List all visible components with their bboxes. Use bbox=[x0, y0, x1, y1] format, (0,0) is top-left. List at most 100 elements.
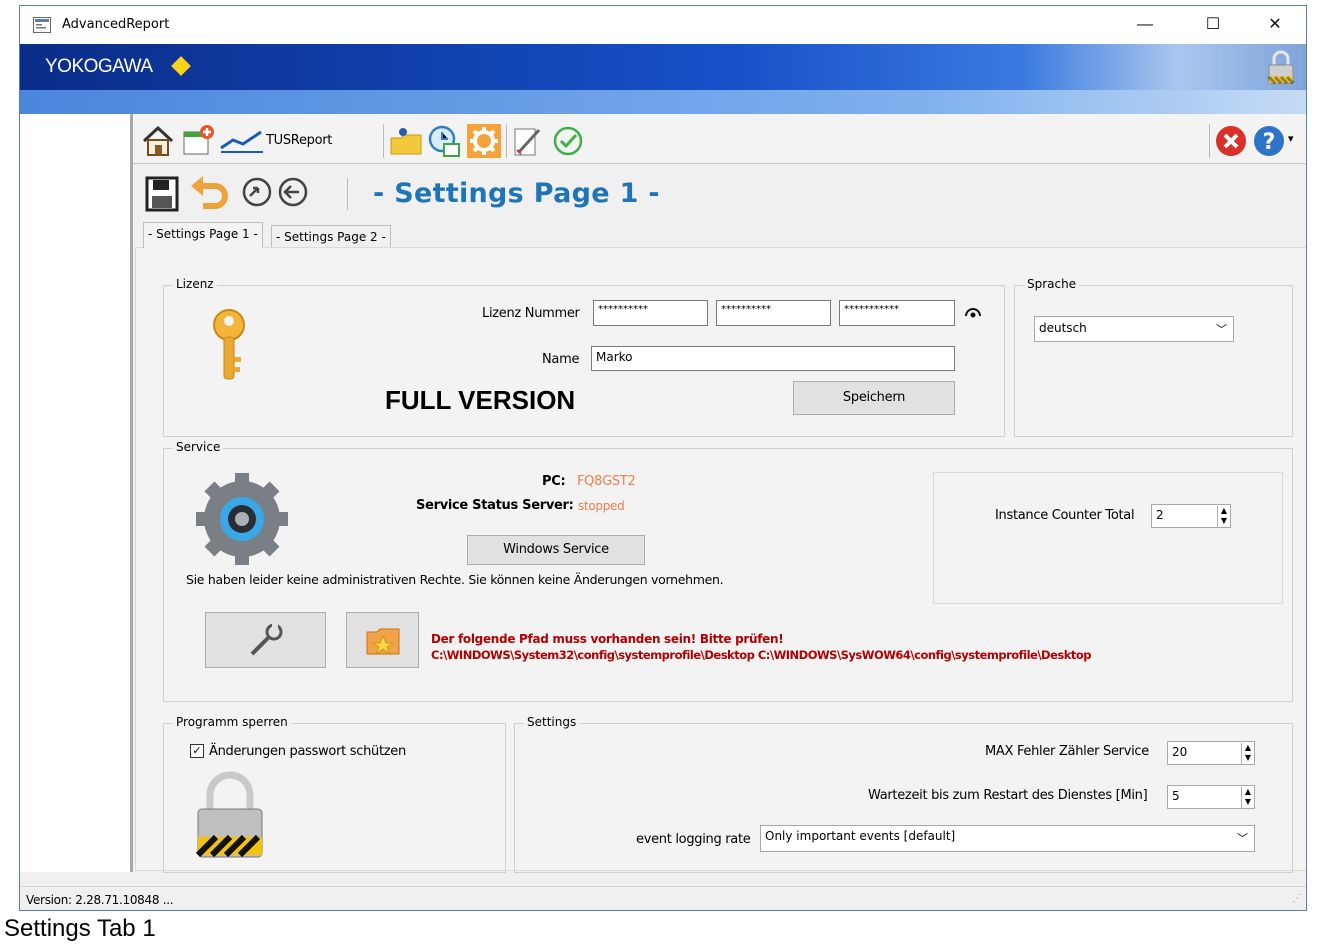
close-button[interactable]: ✕ bbox=[1252, 12, 1298, 40]
sprache-select[interactable]: deutsch ﹀ bbox=[1034, 316, 1234, 342]
sprache-group-label: Sprache bbox=[1024, 277, 1080, 291]
service-tools-button[interactable] bbox=[205, 612, 326, 668]
password-protect-label[interactable]: Änderungen passwort schützen bbox=[209, 744, 406, 759]
home-icon[interactable] bbox=[141, 124, 175, 158]
minimize-button[interactable]: — bbox=[1122, 12, 1168, 40]
check-circle-icon[interactable] bbox=[551, 124, 585, 158]
max-fehler-label: MAX Fehler Zähler Service bbox=[985, 744, 1149, 759]
padlock-icon bbox=[195, 771, 263, 858]
max-fehler-value: 20 bbox=[1172, 745, 1188, 759]
programm-sperren-group-label: Programm sperren bbox=[173, 715, 291, 729]
tusreport-label[interactable]: TUSReport bbox=[266, 133, 332, 148]
svg-text:?: ? bbox=[1263, 130, 1276, 155]
wrench-icon bbox=[250, 622, 282, 656]
stepper-arrows-icon[interactable]: ▲ ▼ bbox=[1217, 506, 1230, 527]
lizenz-nummer-field-1[interactable]: ********** bbox=[593, 300, 708, 326]
page-header: - Settings Page 1 - bbox=[133, 164, 1306, 220]
logging-rate-select[interactable]: Only important events [default] ﹀ bbox=[760, 825, 1255, 852]
show-password-eye-icon[interactable] bbox=[964, 306, 982, 318]
app-window: AdvancedReport — ☐ ✕ YOKOGAWA TUSReport … bbox=[19, 5, 1307, 911]
left-margin bbox=[20, 114, 130, 872]
path-warning: Der folgende Pfad muss vorhanden sein! B… bbox=[431, 632, 784, 646]
brand-logo-text: YOKOGAWA bbox=[45, 56, 153, 77]
wartezeit-value: 5 bbox=[1172, 789, 1180, 803]
maximize-button[interactable]: ☐ bbox=[1190, 12, 1236, 40]
speichern-button[interactable]: Speichern bbox=[793, 381, 955, 415]
programm-sperren-group: Programm sperren ✓ Änderungen passwort s… bbox=[163, 715, 506, 873]
chevron-down-icon: ﹀ bbox=[1237, 832, 1248, 845]
left-divider bbox=[130, 114, 133, 872]
toolbar-separator bbox=[506, 124, 507, 158]
logging-rate-label: event logging rate bbox=[636, 832, 751, 847]
window-title: AdvancedReport bbox=[62, 17, 170, 32]
wartezeit-stepper[interactable]: 5 ▲ ▼ bbox=[1167, 785, 1255, 809]
service-group: Service PC: FQ8GST2 Service Status Serve… bbox=[163, 440, 1293, 702]
app-icon bbox=[33, 17, 51, 33]
full-version-label: FULL VERSION bbox=[385, 385, 576, 415]
password-protect-checkbox[interactable]: ✓ bbox=[190, 744, 204, 758]
name-label: Name bbox=[542, 352, 580, 367]
key-icon bbox=[213, 309, 245, 380]
page-title: - Settings Page 1 - bbox=[373, 178, 660, 209]
folder-user-icon[interactable] bbox=[389, 124, 423, 158]
lizenz-group-label: Lizenz bbox=[173, 277, 217, 291]
save-icon[interactable] bbox=[145, 174, 181, 214]
tab-panel: Lizenz Lizenz Nummer ********** ********… bbox=[135, 247, 1306, 873]
main-toolbar: TUSReport ? ▾ bbox=[133, 114, 1306, 164]
rights-message: Sie haben leider keine administrativen R… bbox=[186, 572, 724, 587]
service-status-value: stopped bbox=[578, 499, 625, 513]
resize-grip-icon[interactable]: ⋰ bbox=[1292, 893, 1302, 904]
service-group-label: Service bbox=[173, 440, 224, 454]
max-fehler-stepper[interactable]: 20 ▲ ▼ bbox=[1167, 741, 1255, 765]
instance-counter-stepper[interactable]: 2 ▲ ▼ bbox=[1151, 504, 1231, 528]
service-status-label: Service Status Server: bbox=[416, 498, 574, 513]
banner-band bbox=[20, 90, 1306, 114]
redo-icon[interactable] bbox=[241, 176, 273, 208]
schedule-icon[interactable] bbox=[427, 124, 461, 158]
header-separator bbox=[347, 178, 348, 210]
help-icon[interactable]: ? bbox=[1252, 124, 1286, 158]
service-gear-icon bbox=[196, 473, 288, 565]
lock-icon[interactable] bbox=[1267, 49, 1295, 85]
brand-banner: YOKOGAWA bbox=[20, 44, 1306, 90]
instance-counter-value: 2 bbox=[1156, 508, 1164, 522]
chevron-down-icon: ﹀ bbox=[1216, 323, 1227, 336]
title-bar: AdvancedReport — ☐ ✕ bbox=[20, 6, 1306, 44]
name-field[interactable]: Marko bbox=[591, 346, 955, 371]
new-report-icon[interactable] bbox=[181, 124, 215, 158]
back-icon[interactable] bbox=[277, 176, 309, 208]
path-value: C:\WINDOWS\System32\config\systemprofile… bbox=[431, 648, 1092, 662]
open-folder-button[interactable] bbox=[346, 612, 419, 668]
toolbar-separator bbox=[383, 124, 384, 158]
tab-settings-page-2[interactable]: - Settings Page 2 - bbox=[271, 225, 391, 249]
version-label: Version: 2.28.71.10848 ... bbox=[26, 893, 174, 907]
help-dropdown-icon[interactable]: ▾ bbox=[1288, 132, 1294, 145]
logging-rate-value: Only important events [default] bbox=[765, 829, 956, 843]
pc-label: PC: bbox=[542, 474, 566, 489]
brand-diamond-icon bbox=[171, 56, 191, 76]
tab-settings-page-1[interactable]: - Settings Page 1 - bbox=[143, 222, 263, 248]
windows-service-button[interactable]: Windows Service bbox=[467, 535, 645, 565]
edit-document-icon[interactable] bbox=[511, 124, 545, 158]
lizenz-nummer-field-3[interactable]: *********** bbox=[839, 300, 955, 326]
lizenz-nummer-label: Lizenz Nummer bbox=[482, 306, 580, 321]
exit-icon[interactable] bbox=[1214, 124, 1248, 158]
settings-group: Settings MAX Fehler Zähler Service 20 ▲ ▼… bbox=[514, 715, 1293, 873]
toolbar-separator bbox=[1209, 124, 1210, 158]
pc-value: FQ8GST2 bbox=[577, 474, 636, 489]
stepper-arrows-icon[interactable]: ▲ ▼ bbox=[1241, 743, 1254, 764]
stepper-arrows-icon[interactable]: ▲ ▼ bbox=[1241, 787, 1254, 808]
instance-counter-box: Instance Counter Total 2 ▲ ▼ bbox=[933, 472, 1283, 604]
lizenz-group: Lizenz Lizenz Nummer ********** ********… bbox=[163, 277, 1005, 437]
instance-counter-label: Instance Counter Total bbox=[995, 508, 1135, 523]
figure-caption: Settings Tab 1 bbox=[4, 915, 156, 942]
status-bar: Version: 2.28.71.10848 ... ⋰ bbox=[20, 886, 1306, 910]
sprache-group: Sprache deutsch ﹀ bbox=[1014, 277, 1293, 437]
lizenz-nummer-field-2[interactable]: ********** bbox=[716, 300, 831, 326]
sprache-selected-value: deutsch bbox=[1039, 321, 1087, 335]
wartezeit-label: Wartezeit bis zum Restart des Dienstes [… bbox=[868, 788, 1148, 803]
settings-group-label: Settings bbox=[524, 715, 580, 729]
settings-gear-icon[interactable] bbox=[467, 124, 501, 158]
undo-icon[interactable] bbox=[189, 174, 229, 210]
tus-chart-icon[interactable] bbox=[219, 124, 265, 158]
